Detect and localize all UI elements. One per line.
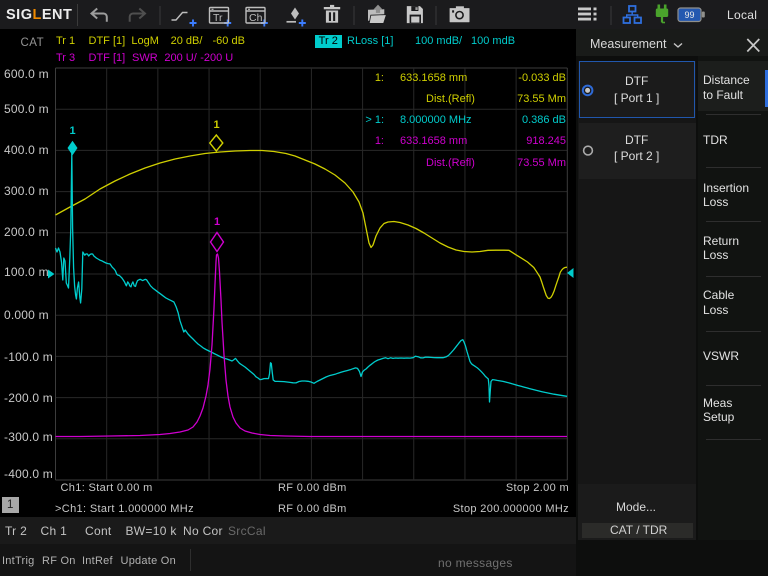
svg-text:Ch: Ch [249,12,263,24]
svg-text:Tr: Tr [213,12,223,24]
svg-text:99: 99 [684,10,694,20]
